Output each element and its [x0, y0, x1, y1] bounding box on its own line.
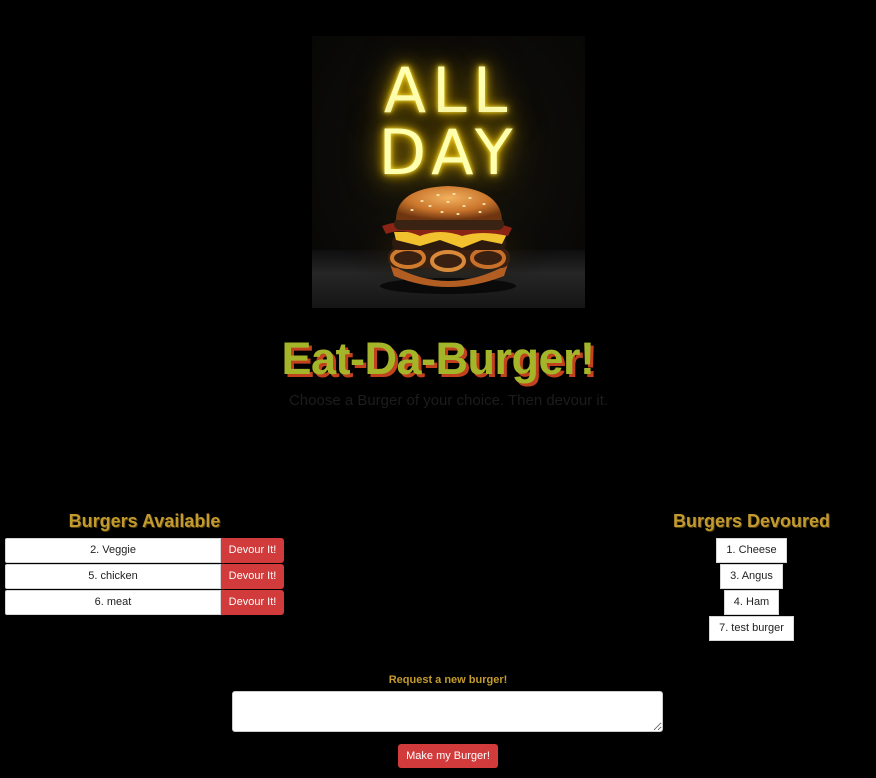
available-item-label: 6. meat	[5, 590, 221, 615]
burger-illustration	[338, 186, 558, 294]
devoured-item: 4. Ham	[723, 590, 780, 615]
available-list: 2. Veggie Devour It! 5. chicken Devour I…	[5, 538, 284, 616]
available-item: 6. meat Devour It!	[5, 590, 284, 615]
devour-button[interactable]: Devour It!	[221, 538, 284, 563]
available-heading: Burgers Available	[68, 511, 221, 531]
devoured-list: 1. Cheese 3. Angus 4. Ham 7. test burger	[660, 538, 843, 642]
devoured-heading: Burgers Devoured	[672, 511, 831, 531]
devour-button[interactable]: Devour It!	[221, 590, 284, 615]
devoured-item: 1. Cheese	[716, 538, 787, 563]
devoured-item: 3. Angus	[720, 564, 783, 589]
hero-image: ALL DAY	[312, 36, 585, 308]
devoured-item: 7. test burger	[709, 616, 794, 641]
available-item-label: 5. chicken	[5, 564, 221, 589]
page: ALL DAY Eat-Da-Burger! Choose a Burger o…	[0, 0, 876, 778]
available-item: 2. Veggie Devour It!	[5, 538, 284, 563]
devour-button[interactable]: Devour It!	[221, 564, 284, 589]
page-subtitle: Choose a Burger of your choice. Then dev…	[288, 392, 609, 409]
available-item-label: 2. Veggie	[5, 538, 221, 563]
available-item: 5. chicken Devour It!	[5, 564, 284, 589]
burger-name-input[interactable]	[232, 691, 663, 732]
page-title: Eat-Da-Burger!	[281, 333, 595, 384]
make-burger-button[interactable]: Make my Burger!	[398, 744, 498, 768]
new-burger-label: Request a new burger!	[388, 674, 508, 686]
